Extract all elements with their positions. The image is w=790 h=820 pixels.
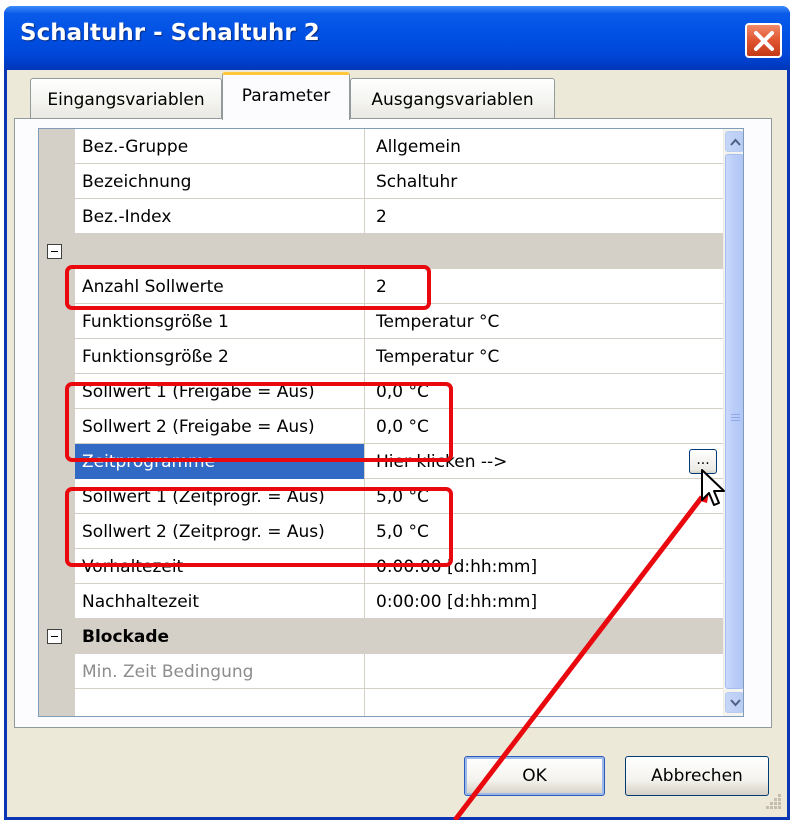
annotation-arrow [453, 486, 710, 820]
mouse-pointer-icon [701, 469, 725, 506]
